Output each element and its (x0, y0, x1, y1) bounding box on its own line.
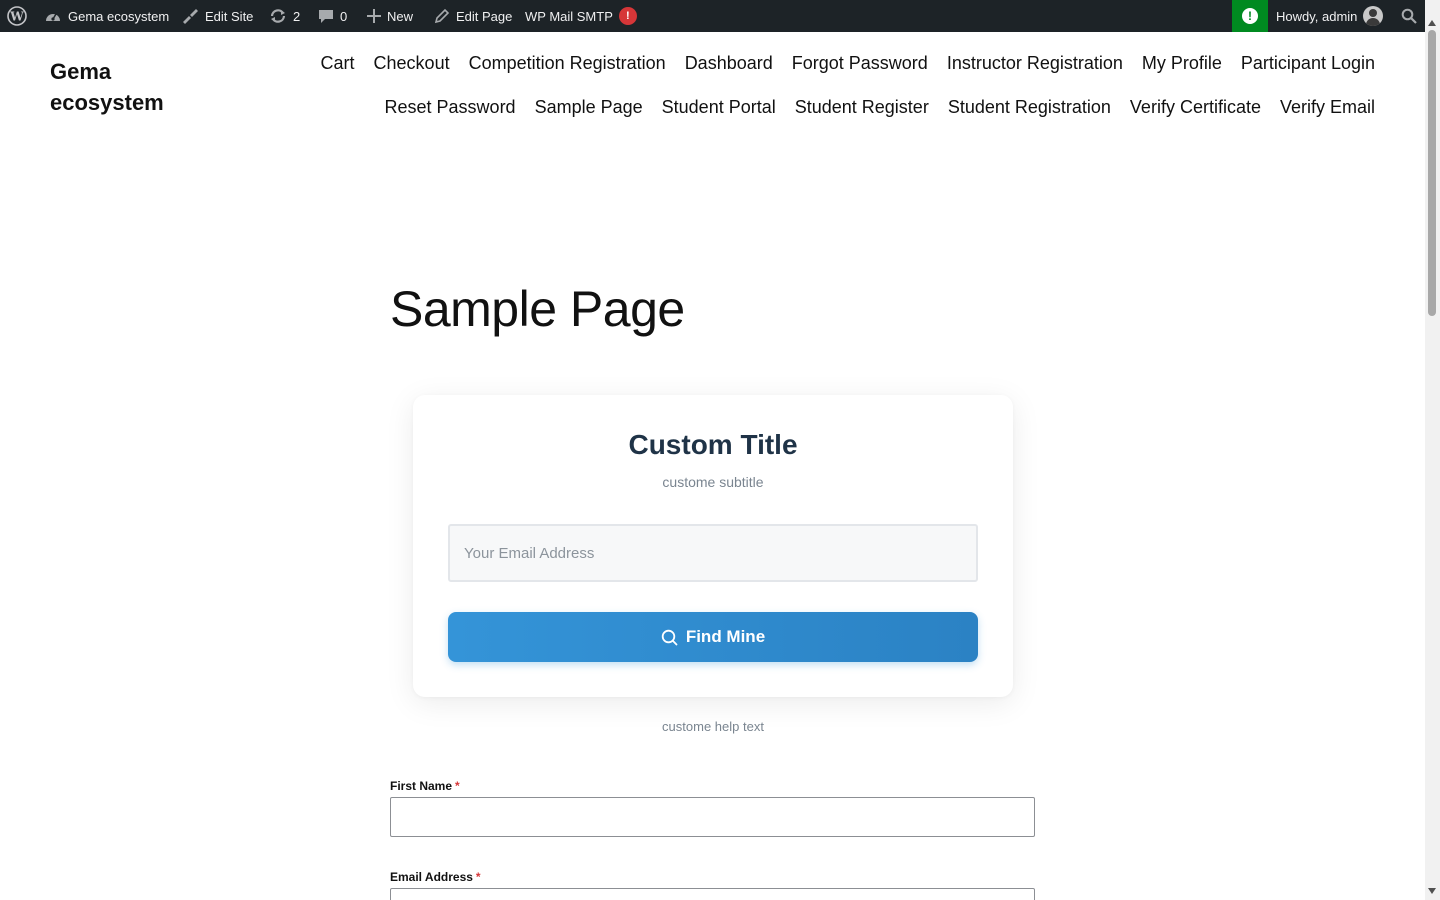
scroll-up-arrow-icon[interactable] (1428, 20, 1436, 26)
site-title[interactable]: Gema ecosystem (50, 56, 190, 118)
nav-item-verify-email[interactable]: Verify Email (1280, 97, 1375, 118)
nav-item-reset-password[interactable]: Reset Password (385, 97, 516, 118)
help-text: custome help text (662, 719, 764, 734)
nav-item-competition-registration[interactable]: Competition Registration (469, 53, 666, 74)
find-mine-label: Find Mine (685, 627, 766, 646)
scroll-down-arrow-icon[interactable] (1428, 888, 1436, 894)
admin-site-link[interactable]: Gema ecosystem (44, 0, 169, 32)
nav-item-student-registration[interactable]: Student Registration (948, 97, 1111, 118)
nav-item-my-profile[interactable]: My Profile (1142, 53, 1222, 74)
admin-site-name: Gema ecosystem (68, 8, 170, 24)
first-name-field[interactable] (390, 797, 1035, 837)
brush-icon (183, 9, 198, 24)
find-mine-button[interactable]: Find Mine (448, 612, 978, 662)
nav-item-cart[interactable]: Cart (321, 53, 355, 74)
page-title: Sample Page (390, 281, 685, 337)
nav-item-student-register[interactable]: Student Register (795, 97, 929, 118)
nav-item-participant-login[interactable]: Participant Login (1241, 53, 1375, 74)
lookup-email-input[interactable] (448, 524, 978, 582)
svg-text:W: W (9, 10, 24, 24)
nav-item-student-portal[interactable]: Student Portal (662, 97, 776, 118)
nav-item-dashboard[interactable]: Dashboard (685, 53, 773, 74)
smtp-alert-badge: ! (618, 7, 637, 25)
card-title: Custom Title (628, 429, 798, 460)
nav-item-verify-certificate[interactable]: Verify Certificate (1130, 97, 1261, 118)
edit-page-label: Edit Page (456, 8, 513, 24)
site-health-indicator[interactable]: ! (1232, 0, 1268, 32)
page-scrollbar[interactable] (1425, 0, 1440, 900)
plus-icon (367, 9, 381, 23)
primary-nav-row-1: Cart Checkout Competition Registration D… (321, 53, 1375, 74)
wordpress-logo-icon[interactable]: W (7, 0, 27, 32)
pencil-icon (434, 8, 450, 24)
updates-link[interactable]: 2 (269, 0, 300, 32)
nav-item-checkout[interactable]: Checkout (374, 53, 450, 74)
nav-item-forgot-password[interactable]: Forgot Password (792, 53, 928, 74)
first-name-label: First Name * (390, 779, 460, 793)
lookup-card: Custom Title custome subtitle Find Mine (413, 395, 1013, 697)
email-address-field[interactable] (390, 888, 1035, 900)
howdy-label: Howdy, admin (1276, 8, 1358, 24)
smtp-label: WP Mail SMTP (525, 8, 613, 24)
comment-bubble-icon (319, 10, 333, 23)
alert-icon: ! (1242, 8, 1258, 24)
required-asterisk: * (475, 870, 481, 884)
email-address-label-text: Email Address (390, 870, 473, 884)
admin-search-button[interactable] (1401, 0, 1417, 32)
nav-item-sample-page[interactable]: Sample Page (535, 97, 643, 118)
updates-count: 2 (293, 8, 301, 24)
card-subtitle: custome subtitle (662, 474, 764, 490)
edit-site-link[interactable]: Edit Site (181, 0, 253, 32)
nav-item-instructor-registration[interactable]: Instructor Registration (947, 53, 1123, 74)
first-name-label-text: First Name (390, 779, 453, 793)
edit-site-label: Edit Site (205, 8, 254, 24)
required-asterisk: * (455, 779, 460, 793)
wp-mail-smtp-link[interactable]: WP Mail SMTP ! (525, 0, 637, 32)
account-menu[interactable]: Howdy, admin (1276, 0, 1384, 32)
new-content-link[interactable]: New (367, 0, 413, 32)
new-label: New (387, 8, 414, 24)
comments-count: 0 (340, 8, 348, 24)
search-icon (661, 629, 678, 645)
search-icon (1401, 8, 1417, 24)
avatar (1363, 6, 1384, 26)
admin-bar: W Gema ecosystem Edit Site 2 0 New Edit … (0, 0, 1440, 32)
edit-page-link[interactable]: Edit Page (434, 0, 512, 32)
comments-link[interactable]: 0 (318, 0, 347, 32)
primary-nav-row-2: Reset Password Sample Page Student Porta… (385, 97, 1375, 118)
email-address-label: Email Address * (390, 870, 481, 884)
dashboard-gauge-icon (46, 13, 60, 21)
updates-icon (270, 9, 286, 23)
scrollbar-thumb[interactable] (1428, 30, 1436, 316)
